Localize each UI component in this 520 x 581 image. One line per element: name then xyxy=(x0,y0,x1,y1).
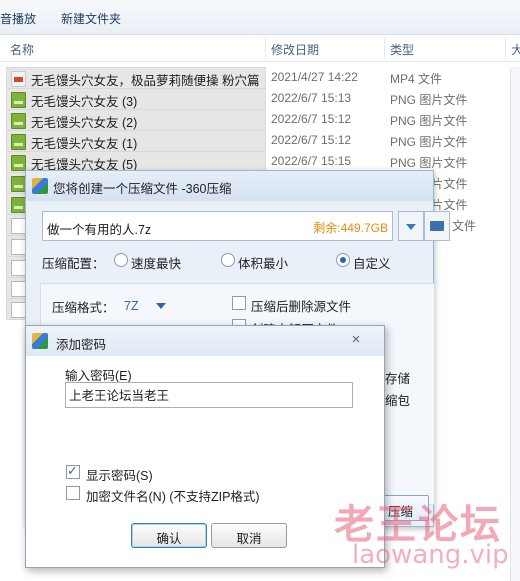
column-separator[interactable] xyxy=(384,37,385,59)
chevron-down-icon[interactable] xyxy=(398,211,424,241)
file-icon xyxy=(11,260,26,276)
column-type[interactable]: 类型 xyxy=(390,41,414,58)
radio-smallest[interactable] xyxy=(221,253,235,267)
show-password-checkbox[interactable] xyxy=(66,463,80,479)
file-type: PNG 图片文件 xyxy=(390,135,468,149)
password-input[interactable] xyxy=(66,383,352,405)
ok-button[interactable]: 确认 xyxy=(131,523,207,548)
column-modified[interactable]: 修改日期 xyxy=(271,41,319,58)
png-file-icon xyxy=(11,155,26,171)
vertical-scrollbar[interactable] xyxy=(510,67,520,581)
file-date: 2022/6/7 15:13 xyxy=(271,91,352,105)
compress-dialog-title: 您将创建一个压缩文件 -360压缩 xyxy=(53,182,232,196)
file-row[interactable]: 无毛馒头穴女友 (1) 2022/6/7 15:12 PNG 图片文件 xyxy=(0,130,520,152)
file-name-cell[interactable]: 无毛馒头穴女友 (2) xyxy=(6,109,266,131)
file-icon xyxy=(11,281,26,297)
png-file-icon xyxy=(11,134,26,150)
watermark-url: laowang.vip xyxy=(352,540,509,570)
compress-config-label: 压缩配置： xyxy=(42,257,105,271)
partial-option-text: 缩包 xyxy=(385,394,411,408)
file-date: 2022/6/7 15:15 xyxy=(271,154,352,168)
file-name-cell[interactable]: 无毛馒头穴女友 (1) xyxy=(6,130,266,152)
delete-source-checkbox[interactable] xyxy=(232,296,246,310)
file-name: 无毛馒头穴女友 (2) xyxy=(31,116,138,130)
password-dialog-titlebar[interactable]: 添加密码 × xyxy=(26,326,384,356)
file-type: PNG 图片文件 xyxy=(390,93,468,107)
file-row[interactable]: 无毛馒头穴女友，极品萝莉随便操 粉穴篇 2021/4/27 14:22 MP4 文件 xyxy=(0,67,520,89)
file-type: PNG 图片文件 xyxy=(390,114,468,128)
archive-app-icon xyxy=(32,178,48,194)
file-name-cell[interactable]: 无毛馒头穴女友，极品萝莉随便操 粉穴篇 xyxy=(6,67,266,89)
archive-app-icon xyxy=(32,333,48,349)
radio-custom[interactable] xyxy=(336,253,350,267)
new-folder-button[interactable]: 新建文件夹 xyxy=(61,10,121,27)
file-type: PNG 图片文件 xyxy=(390,156,468,170)
file-icon xyxy=(11,218,26,234)
column-separator[interactable] xyxy=(265,37,266,59)
file-date: 2021/4/27 14:22 xyxy=(271,70,358,84)
compress-dialog-titlebar[interactable]: 您将创建一个压缩文件 -360压缩 xyxy=(26,171,433,201)
file-icon xyxy=(11,239,26,255)
mp4-file-icon xyxy=(11,71,26,87)
file-name: 无毛馒头穴女友 (3) xyxy=(31,95,138,109)
file-icon xyxy=(11,302,26,318)
file-row[interactable]: 无毛馒头穴女友 (3) 2022/6/7 15:13 PNG 图片文件 xyxy=(0,88,520,110)
file-date: 2022/6/7 15:12 xyxy=(271,133,352,147)
file-name-cell[interactable]: 无毛馒头穴女友 (3) xyxy=(6,88,266,110)
column-separator[interactable] xyxy=(505,37,506,59)
file-icon xyxy=(11,176,26,192)
radio-fastest[interactable] xyxy=(114,253,128,267)
radio-smallest-label[interactable]: 体积最小 xyxy=(238,253,288,272)
file-icon xyxy=(11,197,26,213)
free-space-label: 剩余:449.7GB xyxy=(313,221,388,235)
png-file-icon xyxy=(11,113,26,129)
column-size[interactable]: 大 xyxy=(511,41,520,58)
file-date: 2022/6/7 15:12 xyxy=(271,112,352,126)
close-icon[interactable]: × xyxy=(346,331,366,349)
encrypt-filenames-label[interactable]: 加密文件名(N) (不支持ZIP格式) xyxy=(86,486,260,505)
cancel-button[interactable]: 取消 xyxy=(211,523,287,548)
add-password-dialog: 添加密码 × 输入密码(E) 显示密码(S) 加密文件名(N) (不支持ZIP格… xyxy=(25,325,385,568)
cancel-button-label: 取消 xyxy=(236,532,262,546)
show-password-label[interactable]: 显示密码(S) xyxy=(86,465,153,484)
file-row[interactable]: 无毛馒头穴女友 (2) 2022/6/7 15:12 PNG 图片文件 xyxy=(0,109,520,131)
file-type: MP4 文件 xyxy=(390,72,443,86)
password-dialog-title: 添加密码 xyxy=(56,338,107,352)
column-name[interactable]: 名称 xyxy=(10,41,34,58)
file-name: 无毛馒头穴女友，极品萝莉随便操 粉穴篇 xyxy=(31,74,260,88)
format-label: 压缩格式： xyxy=(52,301,115,315)
radio-fastest-label[interactable]: 速度最快 xyxy=(131,253,181,272)
radio-custom-label[interactable]: 自定义 xyxy=(353,253,391,272)
play-button[interactable]: 音播放 xyxy=(0,10,36,27)
delete-source-label[interactable]: 压缩后删除源文件 xyxy=(251,296,351,315)
file-row[interactable]: 无毛馒头穴女友 (5) 2022/6/7 15:15 PNG 图片文件 xyxy=(0,151,520,173)
partial-option-text: 存储 xyxy=(385,372,411,386)
ok-button-label: 确认 xyxy=(156,532,182,546)
folder-icon[interactable] xyxy=(424,211,450,241)
column-header-bar: 名称 修改日期 类型 大 xyxy=(0,35,520,62)
archive-name-field[interactable]: 做一个有用的人.7z 剩余:449.7GB xyxy=(42,211,393,241)
file-name: 无毛馒头穴女友 (1) xyxy=(31,137,138,151)
format-dropdown-icon[interactable] xyxy=(156,303,166,309)
password-field[interactable] xyxy=(65,382,353,408)
png-file-icon xyxy=(11,92,26,108)
encrypt-filenames-checkbox[interactable] xyxy=(66,486,80,500)
format-select[interactable]: 7Z xyxy=(124,299,139,313)
archive-name-value: 做一个有用的人.7z xyxy=(47,223,152,237)
explorer-toolbar: 音播放 新建文件夹 xyxy=(0,0,520,35)
